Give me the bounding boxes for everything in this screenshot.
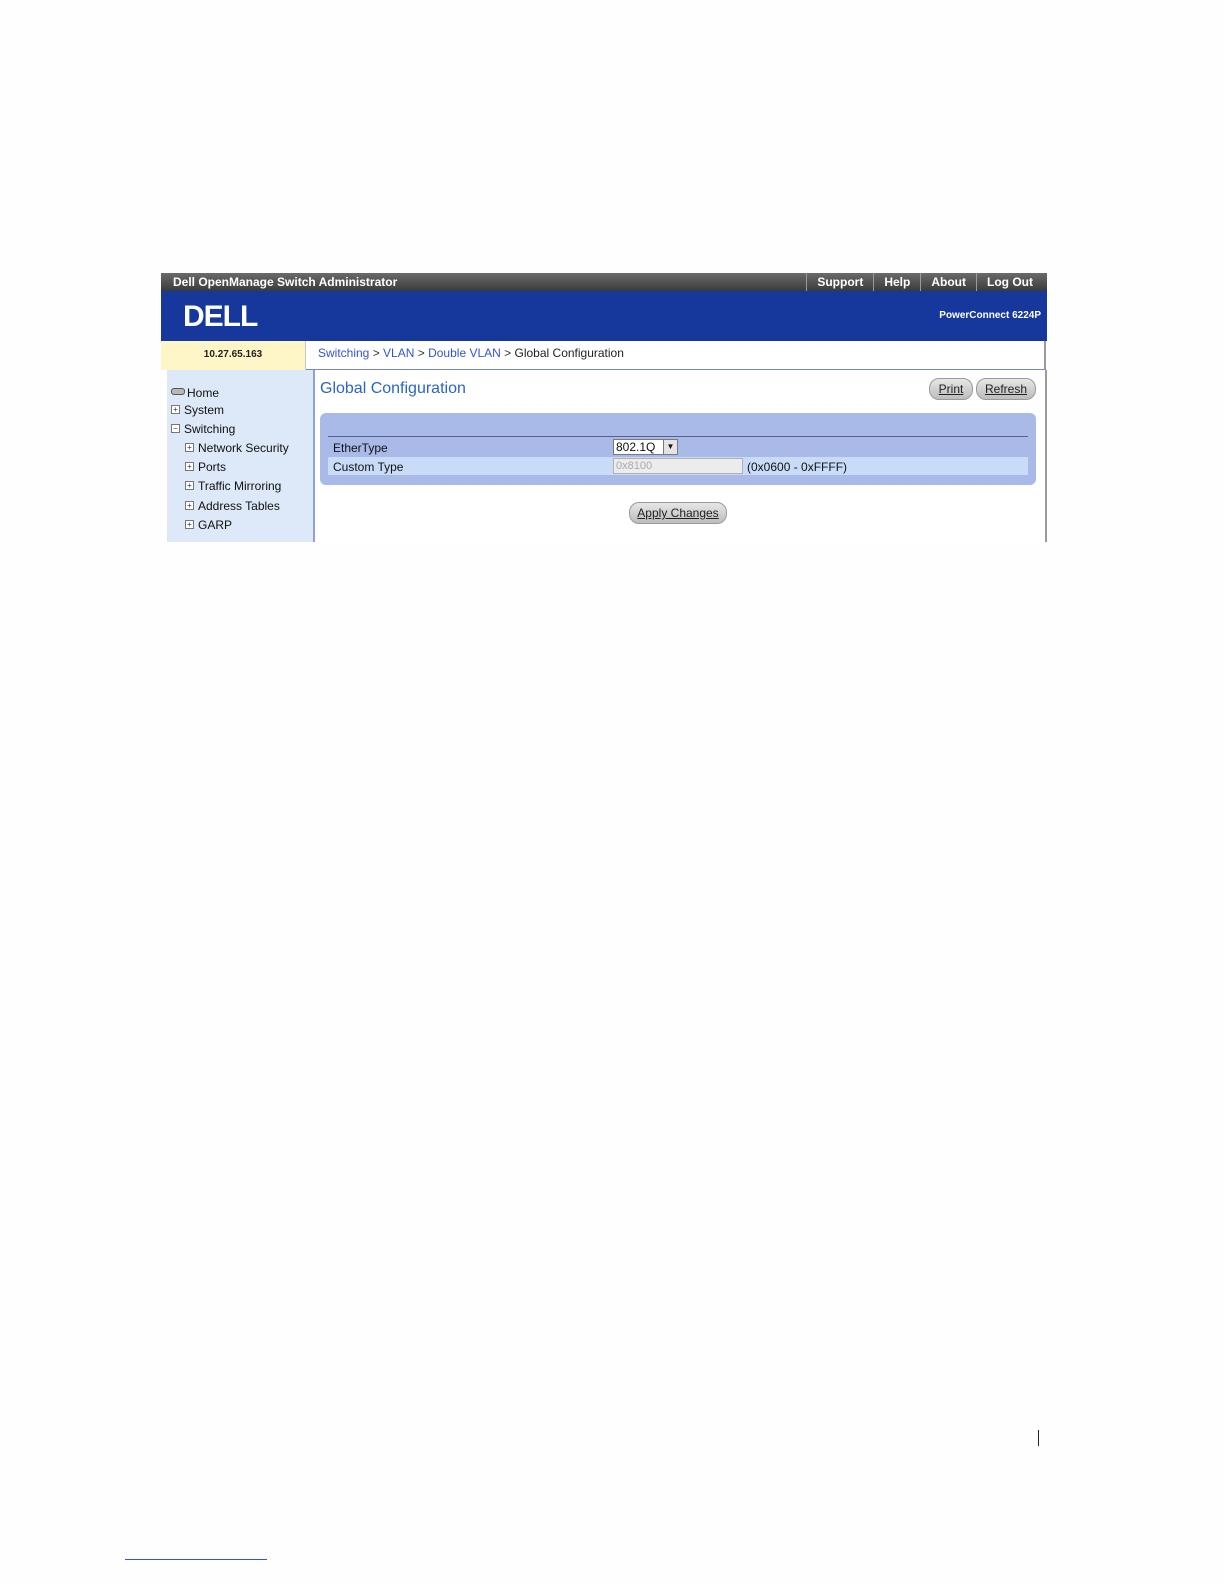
ethertype-label: EtherType [333,441,388,455]
sidebar-item-garp[interactable]: + GARP [185,518,232,532]
page-title: Global Configuration [320,380,466,397]
expand-icon[interactable]: + [185,443,194,452]
banner: DELL PowerConnect 6224P [161,291,1047,341]
page-marker [1038,1430,1039,1446]
sidebar-item-network-security[interactable]: + Network Security [185,441,289,455]
custom-type-range: (0x0600 - 0xFFFF) [747,460,848,474]
top-bar: Dell OpenManage Switch Administrator Sup… [161,273,1047,291]
breadcrumb-separator: > [372,346,384,360]
sidebar-item-label: Switching [184,422,236,436]
expand-icon[interactable]: + [185,501,194,510]
sidebar-item-switching[interactable]: − Switching [171,422,235,436]
sidebar-item-system[interactable]: + System [171,403,224,417]
sidebar-item-label: Ports [198,460,227,474]
expand-icon[interactable]: + [185,520,194,529]
ip-cell: 10.27.65.163 [161,341,306,370]
sidebar-item-label: Traffic Mirroring [198,479,282,493]
sidebar: Home + System − Switching + Network Securit… [167,370,315,542]
ethertype-value: 802.1Q [616,440,656,454]
custom-type-row: Custom Type (0x0600 - 0xFFFF) [328,457,1028,475]
breadcrumb-row: Switching > VLAN > Double VLAN > Global … [318,346,624,360]
breadcrumb-switching[interactable]: Switching [318,346,369,360]
refresh-button[interactable]: Refresh [976,378,1036,400]
sidebar-item-label: System [184,403,225,417]
sidebar-item-label: Home [187,386,220,400]
panel-divider [328,436,1028,437]
config-panel: EtherType 802.1Q ▼ Custom Type (0x0600 -… [320,413,1036,485]
home-icon [171,388,185,395]
ethertype-row: EtherType 802.1Q ▼ [328,438,1028,456]
help-link[interactable]: Help [873,273,920,291]
main-content: Global Configuration Print Refresh Ether… [315,370,1047,542]
custom-type-label: Custom Type [333,460,404,474]
breadcrumb-double-vlan[interactable]: Double VLAN [428,346,501,360]
sidebar-item-home[interactable]: Home [171,386,219,400]
breadcrumb-separator: > [504,346,515,360]
breadcrumb-separator: > [417,346,429,360]
sidebar-item-label: Network Security [198,441,289,455]
sidebar-item-label: Address Tables [198,499,280,513]
top-links: Support Help About Log Out [806,273,1043,291]
breadcrumb-vlan[interactable]: VLAN [383,346,414,360]
breadcrumb: Switching > VLAN > Double VLAN > Global … [306,341,1046,370]
sidebar-item-label: GARP [198,518,233,532]
ip-address: 10.27.65.163 [203,349,263,360]
expand-icon[interactable]: + [171,405,180,414]
ethertype-select[interactable]: 802.1Q ▼ [613,439,678,455]
app-title: Dell OpenManage Switch Administrator [173,275,398,289]
app-window: Dell OpenManage Switch Administrator Sup… [161,273,1047,542]
support-link[interactable]: Support [806,273,873,291]
dell-logo: DELL [183,300,258,333]
sidebar-item-ports[interactable]: + Ports [185,460,226,474]
sidebar-item-traffic-mirroring[interactable]: + Traffic Mirroring [185,479,281,493]
logout-link[interactable]: Log Out [976,273,1043,291]
print-button[interactable]: Print [929,378,973,400]
product-name: PowerConnect 6224P [939,310,1041,321]
apply-changes-button[interactable]: Apply Changes [629,502,727,524]
breadcrumb-current: Global Configuration [514,346,624,360]
chevron-down-icon[interactable]: ▼ [663,440,677,454]
footer-rule [125,1559,267,1560]
collapse-icon[interactable]: − [171,424,180,433]
sidebar-item-address-tables[interactable]: + Address Tables [185,499,280,513]
about-link[interactable]: About [920,273,976,291]
expand-icon[interactable]: + [185,462,194,471]
custom-type-input[interactable] [613,458,743,474]
expand-icon[interactable]: + [185,481,194,490]
